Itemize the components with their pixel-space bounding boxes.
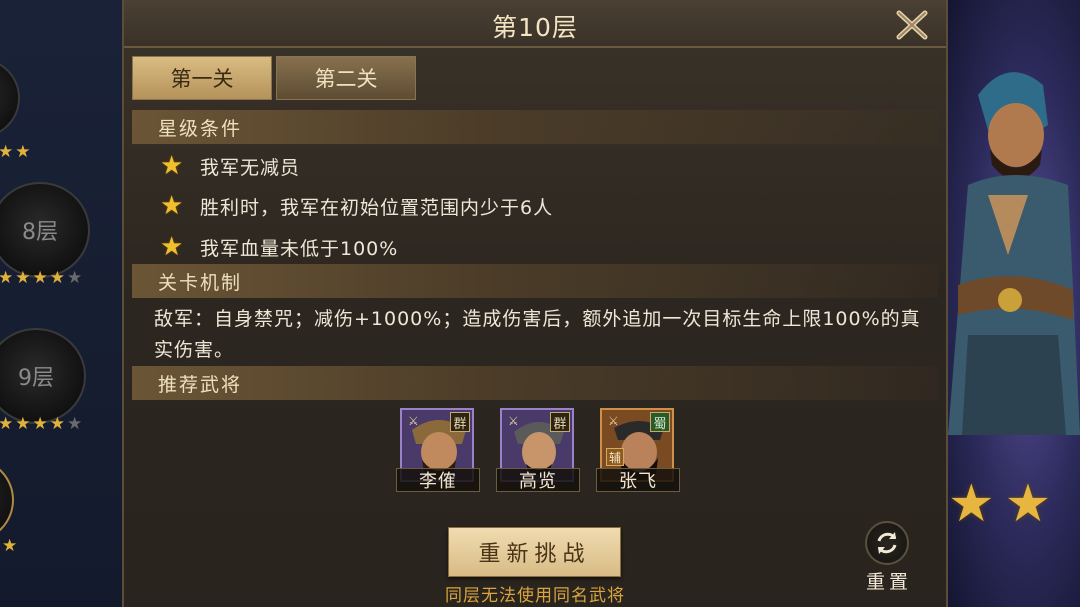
condition-row: ★ 胜利时，我军在初始位置范围内少于6人 (160, 191, 553, 221)
rating-star-icon: ★ (1004, 474, 1052, 534)
hero-name: 李傕 (396, 468, 480, 492)
support-role-badge: 辅 (606, 448, 624, 466)
hero-name: 张飞 (596, 468, 680, 492)
floor-stars-7: ★ ★ (0, 142, 31, 162)
recommended-heroes-heading-text: 推荐武将 (158, 373, 243, 396)
stage-mechanic-heading-text: 关卡机制 (158, 271, 243, 294)
hero-name: 高览 (496, 468, 580, 492)
condition-row: ★ 我军无减员 (160, 151, 300, 181)
weapon-icon: ⚔ (508, 414, 519, 428)
same-hero-hint: 同层无法使用同名武将 (445, 586, 625, 606)
weapon-icon: ⚔ (608, 414, 619, 428)
star-icon: ★ (160, 191, 184, 221)
star-icon: ★ (160, 232, 184, 262)
retry-challenge-button[interactable]: 重新挑战 (448, 527, 621, 577)
retry-challenge-label: 重新挑战 (478, 542, 591, 567)
hero-card[interactable]: ⚔ 群 高览 (496, 408, 580, 492)
reset-button[interactable]: 重置 (859, 521, 919, 593)
floor-label-8: 8层 (22, 220, 58, 245)
refresh-icon (865, 521, 909, 565)
faction-badge: 蜀 (650, 412, 670, 432)
close-icon (896, 10, 928, 40)
dialog-titlebar: 第10层 (124, 0, 946, 48)
floor-stars-9: ★ ★ ★ ★ ★ (0, 414, 83, 434)
faction-badge: 群 (450, 412, 470, 432)
tab-stage-1-label: 第一关 (170, 67, 234, 91)
tab-stage-1[interactable]: 第一关 (132, 56, 272, 100)
weapon-icon: ⚔ (408, 414, 419, 428)
floor-list-background: ★ ★ 8层 ★ ★ ★ ★ ★ 9层 ★ ★ ★ ★ ★ ★ (0, 0, 122, 607)
floor-disc-10[interactable] (0, 458, 14, 542)
close-button[interactable] (894, 8, 930, 42)
floor-disc-7[interactable] (0, 58, 20, 138)
condition-row: ★ 我军血量未低于100% (160, 232, 398, 262)
recommended-heroes-heading: 推荐武将 (132, 366, 938, 400)
hero-illustration (948, 72, 1080, 435)
stage-detail-dialog: 第10层 第一关 第二关 星级条件 ★ 我军无减员 ★ 胜利时，我军在初始位置范… (122, 0, 948, 607)
hero-card[interactable]: ⚔ 蜀 辅 张飞 (596, 408, 680, 492)
hero-card[interactable]: ⚔ 群 李傕 (396, 408, 480, 492)
stage-mechanic-heading: 关卡机制 (132, 264, 938, 298)
stage-star-rating: ★ ★ (948, 478, 1051, 530)
stage-mechanic-text: 敌军：自身禁咒；减伤+1000%；造成伤害后，额外追加一次目标生命上限100%的… (154, 308, 921, 361)
floor-disc-9[interactable]: 9层 (0, 328, 86, 424)
floor-label-9: 9层 (18, 366, 54, 391)
tab-stage-2[interactable]: 第二关 (276, 56, 416, 100)
star-conditions-heading: 星级条件 (132, 110, 938, 144)
dialog-title: 第10层 (492, 13, 578, 42)
tab-stage-2-label: 第二关 (314, 67, 378, 91)
condition-text: 我军血量未低于100% (200, 237, 399, 260)
condition-text: 胜利时，我军在初始位置范围内少于6人 (200, 196, 554, 219)
rating-star-icon: ★ (948, 474, 995, 534)
condition-text: 我军无减员 (200, 156, 301, 179)
star-icon: ★ (160, 151, 184, 181)
floor-disc-8[interactable]: 8层 (0, 182, 90, 278)
reset-label: 重置 (865, 571, 912, 593)
star-conditions-heading-text: 星级条件 (158, 117, 243, 140)
faction-badge: 群 (550, 412, 570, 432)
floor-stars-8: ★ ★ ★ ★ ★ (0, 268, 83, 288)
floor-stars-10: ★ (2, 536, 18, 556)
